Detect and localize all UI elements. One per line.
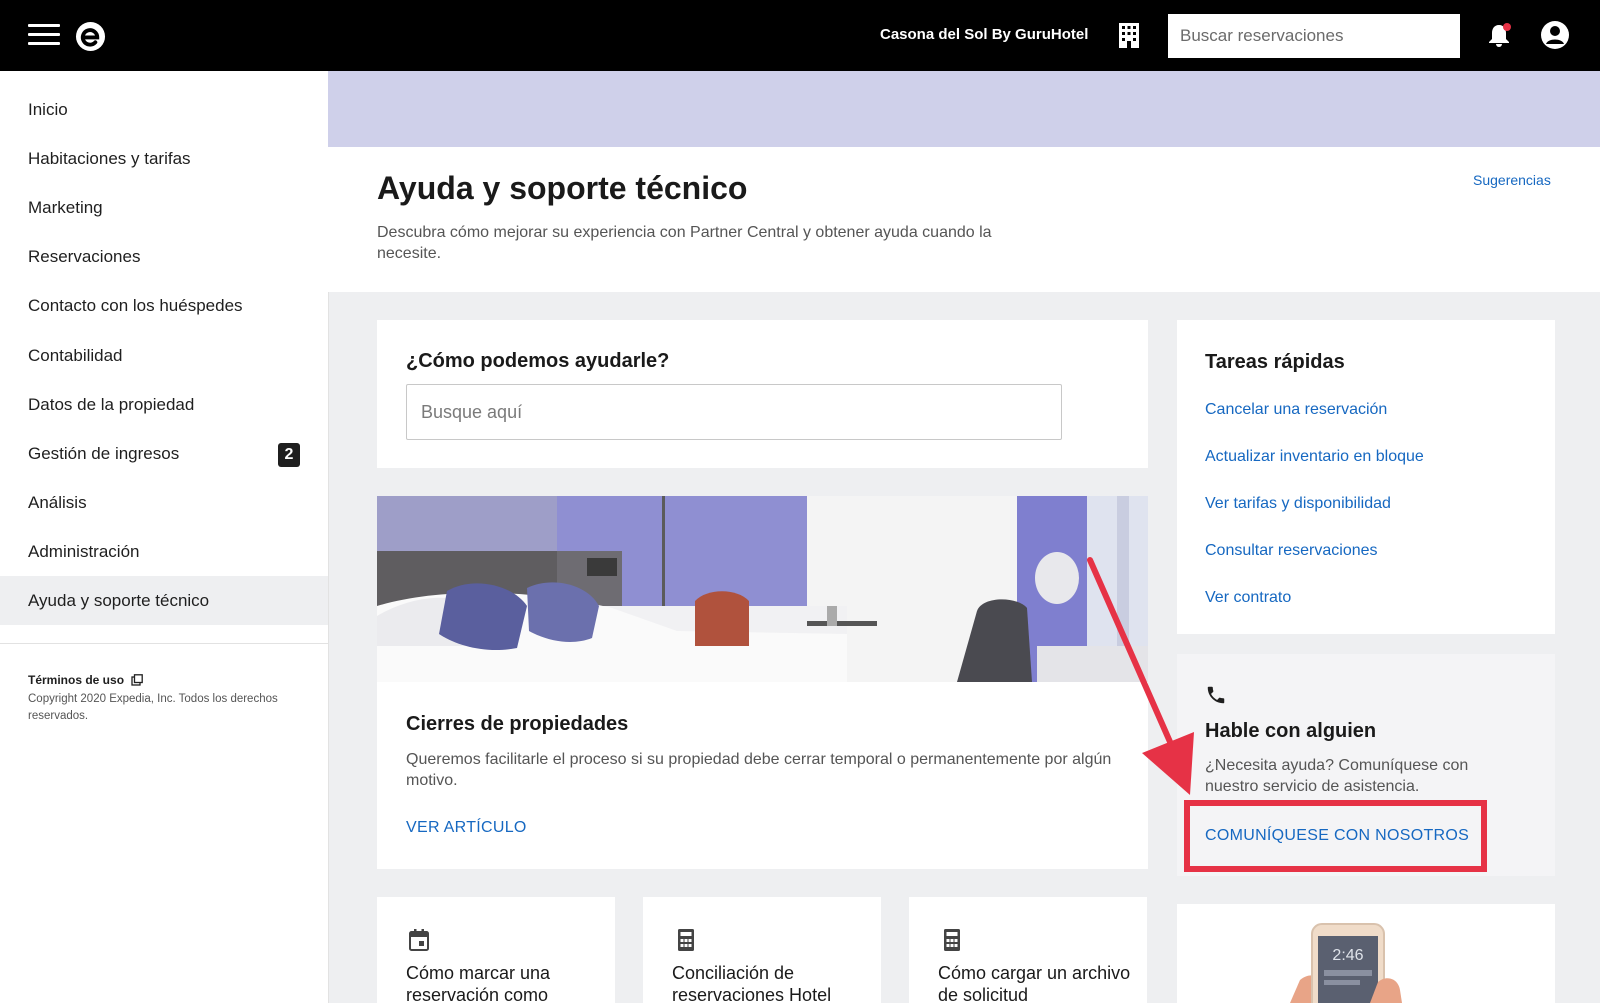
building-icon[interactable]: [1117, 22, 1141, 48]
sidebar-item-inicio[interactable]: Inicio: [0, 85, 328, 134]
sidebar-item-datos[interactable]: Datos de la propiedad: [0, 380, 328, 429]
sidebar-item-contabilidad[interactable]: Contabilidad: [0, 331, 328, 380]
count-badge: 2: [278, 443, 300, 467]
expedia-logo[interactable]: [75, 21, 106, 52]
help-card-title: ¿Cómo podemos ayudarle?: [406, 350, 670, 372]
calendar-icon: [409, 929, 429, 951]
page-title: Ayuda y soporte técnico: [377, 170, 748, 206]
annotation-arrow: [1087, 557, 1194, 795]
user-account-icon[interactable]: [1540, 20, 1570, 50]
sidebar-item-marketing[interactable]: Marketing: [0, 183, 328, 232]
quick-tasks-title: Tareas rápidas: [1205, 351, 1345, 373]
copyright-text: Copyright 2020 Expedia, Inc. Todos los d…: [28, 693, 278, 722]
terms-label: Términos de uso: [28, 673, 125, 687]
top-bar: Casona del Sol By GuruHotel: [0, 0, 1600, 71]
sidebar-item-habitaciones[interactable]: Habitaciones y tarifas: [0, 134, 328, 183]
page-header: [328, 147, 1600, 292]
sidebar: Inicio Habitaciones y tarifas Marketing …: [0, 71, 329, 1003]
calculator-icon: [944, 929, 960, 951]
sidebar-item-ayuda[interactable]: Ayuda y soporte técnico: [0, 576, 328, 625]
sidebar-divider: [0, 643, 328, 644]
guide-card-title: Conciliación de reservaciones Hotel: [672, 963, 832, 1003]
sidebar-item-administracion[interactable]: Administración: [0, 527, 328, 576]
sidebar-item-gestion[interactable]: Gestión de ingresos 2: [0, 429, 328, 478]
terms-link[interactable]: Términos de uso: [28, 673, 144, 687]
contact-card-title: Hable con alguien: [1205, 720, 1377, 742]
view-rates-link[interactable]: Ver tarifas y disponibilidad: [1205, 495, 1391, 513]
header-banner: [328, 71, 1600, 147]
view-contract-link[interactable]: Ver contrato: [1205, 589, 1291, 607]
guide-card-title: Cómo marcar una reservación como: [406, 963, 551, 1003]
phone-icon: [1207, 686, 1225, 704]
property-name[interactable]: Casona del Sol By GuruHotel: [880, 26, 1088, 43]
suggestions-link[interactable]: Sugerencias: [1473, 172, 1551, 188]
contact-description: ¿Necesita ayuda? Comuníquese con nuestro…: [1205, 757, 1469, 795]
sidebar-item-label: Gestión de ingresos: [28, 444, 180, 463]
notification-bell-icon[interactable]: [1487, 22, 1511, 48]
article-title: Cierres de propiedades: [406, 713, 629, 735]
sidebar-item-analisis[interactable]: Análisis: [0, 478, 328, 527]
page-description: Descubra cómo mejorar su experiencia con…: [377, 224, 992, 262]
update-inventory-link[interactable]: Actualizar inventario en bloque: [1205, 448, 1424, 466]
sidebar-item-reservaciones[interactable]: Reservaciones: [0, 232, 328, 281]
phone-clock: 2:46: [1332, 947, 1363, 964]
reservation-search-input[interactable]: [1168, 14, 1460, 58]
guide-card-title: Cómo cargar un archivo de solicitud: [938, 963, 1131, 1003]
hamburger-menu-icon[interactable]: [28, 24, 60, 46]
view-reservations-link[interactable]: Consultar reservaciones: [1205, 542, 1378, 560]
help-search-input[interactable]: [406, 384, 1062, 440]
external-link-icon: [131, 674, 144, 686]
sidebar-item-contacto[interactable]: Contacto con los huéspedes: [0, 281, 328, 330]
hotel-room-image: [377, 496, 1148, 682]
article-description: Queremos facilitarle el proceso si su pr…: [406, 751, 1112, 789]
calculator-icon: [678, 929, 694, 951]
phone-image: 2:46: [1290, 920, 1402, 1003]
cancel-reservation-link[interactable]: Cancelar una reservación: [1205, 401, 1387, 419]
view-article-link[interactable]: VER ARTÍCULO: [406, 819, 527, 837]
contact-us-link[interactable]: COMUNÍQUESE CON NOSOTROS: [1205, 827, 1469, 845]
